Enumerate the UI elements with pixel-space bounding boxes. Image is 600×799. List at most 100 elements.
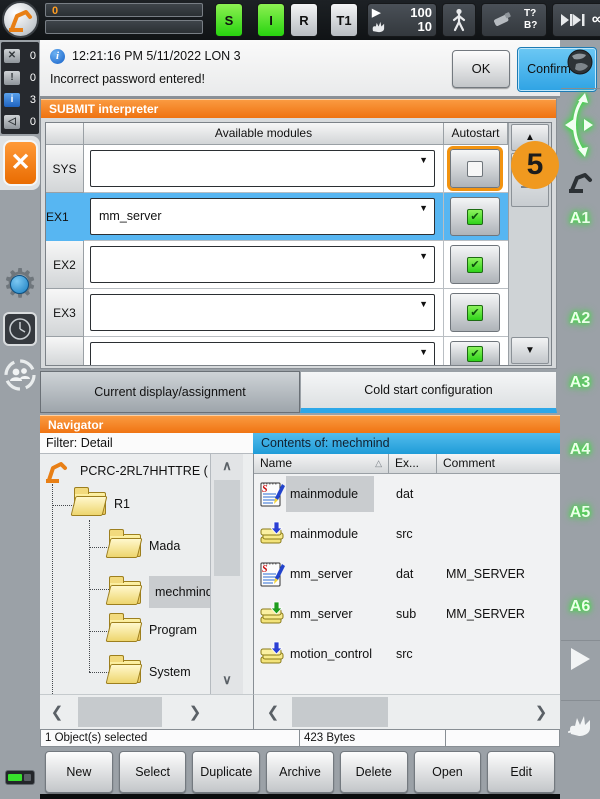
message-info-icon: i [50, 49, 65, 64]
column-header-comment[interactable]: Comment [437, 454, 560, 474]
ex3-module-combobox[interactable]: ▼ [90, 294, 435, 331]
world-coordinates-button[interactable] [566, 48, 594, 79]
contents-hscroll-thumb[interactable] [292, 697, 388, 727]
delete-button[interactable]: Delete [339, 751, 408, 793]
contents-scrollbar-horizontal[interactable]: ❮ ❯ [253, 694, 560, 729]
tree-scrollbar-thumb[interactable] [214, 480, 240, 576]
axis-label-a2[interactable]: A2 [560, 310, 600, 328]
controller-name: PCRC-2RL7HHTTRE (KRC [80, 464, 208, 478]
kuka-smarthmi-screen: 0 S I R T1 ▶ 100 10 T? B? ∞ ✕ 0 ! 0 i 3 … [0, 0, 600, 799]
file-row-mmserver-sub[interactable]: mm_server sub MM_SERVER [254, 596, 560, 636]
tab-current-display[interactable]: Current display/assignment [40, 371, 300, 413]
scroll-up-chevron[interactable]: ∧ [211, 458, 243, 474]
robot-controller-icon [46, 462, 67, 483]
scroll-left-chevron[interactable]: ❮ [44, 700, 70, 726]
sys-module-combobox[interactable]: ▼ [90, 150, 435, 187]
open-button[interactable]: Open [413, 751, 482, 793]
table-row: SYS ▼ [46, 145, 551, 193]
warning-counter[interactable]: ! 0 [1, 67, 39, 89]
tree-scrollbar-horizontal[interactable]: ❮ ❯ [40, 694, 253, 729]
error-icon: ✕ [4, 49, 20, 63]
scroll-down-chevron[interactable]: ∨ [211, 672, 243, 688]
tree-scrollbar-vertical[interactable]: ∧ ∨ [210, 454, 243, 694]
sys-autostart-checkbox[interactable] [450, 149, 500, 188]
duplicate-button[interactable]: Duplicate [192, 751, 261, 793]
file-comment: MM_SERVER [446, 607, 525, 621]
column-header-ext[interactable]: Ex... [389, 454, 437, 474]
folder-icon [109, 575, 141, 604]
drives-status-key[interactable]: I [257, 3, 285, 37]
manual-guide-button[interactable] [568, 714, 594, 741]
tool-base-button[interactable]: T? B? [481, 3, 547, 37]
ok-button[interactable]: OK [452, 50, 510, 88]
file-row-mmserver-dat[interactable]: S mm_server dat MM_SERVER [254, 556, 560, 596]
infinity-label: ∞ [591, 11, 600, 28]
new-button[interactable]: New [45, 751, 113, 793]
archive-button[interactable]: Archive [266, 751, 334, 793]
jog-mode-button[interactable] [442, 3, 476, 37]
info-counter[interactable]: i 3 [1, 89, 39, 111]
tree-node-mada[interactable]: Mada [109, 529, 180, 557]
axis-label-a4[interactable]: A4 [560, 441, 600, 459]
jog-direction-indicator[interactable] [563, 92, 597, 161]
mode-status-key[interactable]: T1 [330, 3, 358, 37]
folder-name: R1 [114, 496, 130, 511]
user-group-icon [4, 359, 36, 391]
run-status-key[interactable]: R [290, 3, 318, 37]
tree-node-r1[interactable]: R1 [74, 487, 130, 515]
table-row: EX3 ▼ ✔ [46, 289, 551, 337]
checkbox-unchecked [467, 160, 483, 177]
ack-counter[interactable]: ◁ 0 [1, 111, 39, 133]
tree-node-controller[interactable]: PCRC-2RL7HHTTRE (KRC [42, 456, 208, 486]
ex2-module-combobox[interactable]: ▼ [90, 246, 435, 283]
column-header-name[interactable]: Name △ [254, 454, 389, 474]
ex1-module-combobox[interactable]: mm_server ▼ [90, 198, 435, 235]
dat-file-icon: S [259, 480, 285, 511]
scroll-left-chevron[interactable]: ❮ [260, 700, 286, 726]
override-speed-button[interactable]: ▶ 100 10 [367, 3, 437, 37]
submit-status-key[interactable]: S [215, 3, 243, 37]
clock-button[interactable] [3, 312, 37, 346]
scroll-right-chevron[interactable]: ❯ [182, 700, 208, 726]
top-status-bar: 0 S I R T1 ▶ 100 10 T? B? ∞ [0, 0, 600, 40]
new-label: New [66, 765, 92, 779]
select-button[interactable]: Select [118, 751, 187, 793]
axis-label-a1[interactable]: A1 [560, 210, 600, 228]
robot-logo-icon[interactable] [2, 1, 39, 38]
filter-bar[interactable]: Filter: Detail [40, 433, 253, 454]
user-group-button[interactable] [3, 358, 37, 392]
ex2-autostart-checkbox[interactable]: ✔ [450, 245, 500, 284]
edit-button[interactable]: Edit [487, 751, 556, 793]
message-timestamp: 12:21:16 PM 5/11/2022 LON 3 [72, 49, 241, 63]
action-button-bar: New Select Duplicate Archive Delete Open… [40, 749, 560, 795]
file-row-mainmodule-src[interactable]: mainmodule src [254, 516, 560, 556]
module-cell: mm_server ▼ [84, 193, 444, 241]
ex3-autostart-checkbox[interactable]: ✔ [450, 293, 500, 332]
tree-node-system[interactable]: System [109, 655, 191, 683]
partial-autostart-checkbox[interactable]: ✔ [450, 341, 500, 365]
tool-icon [493, 12, 511, 26]
file-row-mainmodule-dat[interactable]: S mainmodule dat [254, 476, 560, 516]
svg-text:S: S [262, 564, 268, 575]
axis-label-a6[interactable]: A6 [560, 598, 600, 616]
close-window-button[interactable]: ✕ [3, 140, 38, 186]
checkbox-checked: ✔ [467, 256, 483, 273]
partial-module-combobox[interactable]: ▼ [90, 342, 435, 365]
tab-cold-start[interactable]: Cold start configuration [300, 371, 557, 413]
axis-label-a3[interactable]: A3 [560, 374, 600, 392]
message-window: i 12:21:16 PM 5/11/2022 LON 3 Incorrect … [40, 40, 597, 98]
ex1-autostart-checkbox[interactable]: ✔ [450, 197, 500, 236]
scroll-right-chevron[interactable]: ❯ [528, 700, 554, 726]
scroll-down-button[interactable]: ▼ [511, 337, 549, 364]
error-counter[interactable]: ✕ 0 [1, 45, 39, 67]
play-button[interactable] [571, 648, 590, 670]
program-counter-bar: 0 [45, 3, 203, 17]
step-mode-button[interactable]: ∞ [552, 3, 600, 37]
axis-label-a5[interactable]: A5 [560, 504, 600, 522]
drives-key-label: I [269, 12, 273, 28]
tcp-jog-button[interactable] [566, 168, 594, 197]
tree-node-program[interactable]: Program [109, 613, 197, 641]
jog-override-value: 10 [417, 19, 432, 34]
tree-hscroll-thumb[interactable] [78, 697, 162, 727]
file-row-motioncontrol-src[interactable]: motion_control src [254, 636, 560, 676]
